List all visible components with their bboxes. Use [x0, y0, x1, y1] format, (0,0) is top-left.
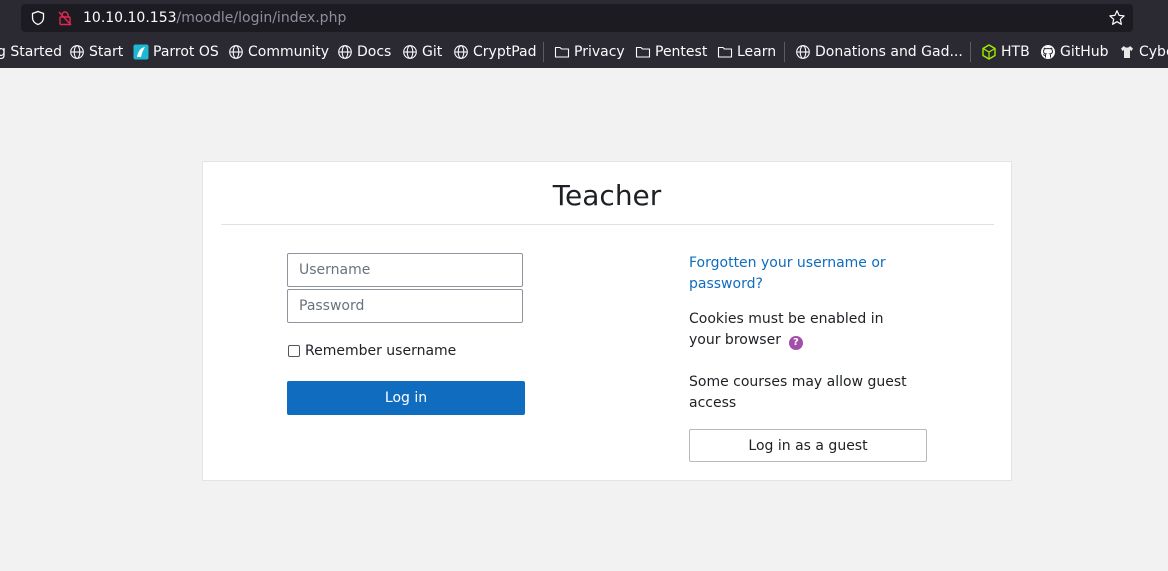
- browser-toolbar: 10.10.10.153/moodle/login/index.php g St…: [0, 0, 1168, 68]
- htb-icon: [982, 44, 996, 60]
- folder-icon: [554, 46, 570, 58]
- bookmark-git[interactable]: Git: [402, 40, 442, 64]
- globe-icon: [229, 45, 243, 59]
- guest-access-text: Some courses may allow guest access: [689, 374, 907, 411]
- globe-icon: [796, 45, 810, 59]
- bookmark-parrot-os[interactable]: Parrot OS: [133, 40, 219, 64]
- bookmark-label: Docs: [357, 44, 392, 60]
- bookmarks-toolbar: g Started Start Parrot OS Community Docs…: [0, 40, 1168, 64]
- bookmark-label: CryptPad: [473, 44, 537, 60]
- bookmark-folder-privacy[interactable]: Privacy: [554, 40, 625, 64]
- title-divider: [221, 224, 994, 225]
- bookmark-community[interactable]: Community: [228, 40, 329, 64]
- shirt-icon: [1121, 46, 1133, 58]
- globe-icon: [454, 45, 468, 59]
- globe-icon: [70, 45, 84, 59]
- remember-username-checkbox[interactable]: [288, 345, 300, 357]
- bookmark-label: Cybe: [1139, 44, 1168, 60]
- shield-icon[interactable]: [30, 10, 46, 26]
- remember-username-label[interactable]: Remember username: [305, 342, 456, 360]
- address-bar[interactable]: 10.10.10.153/moodle/login/index.php: [21, 4, 1133, 32]
- login-card: Teacher Remember username Log in Forgott…: [202, 161, 1012, 481]
- bookmark-htb[interactable]: HTB: [981, 40, 1030, 64]
- username-input[interactable]: [287, 253, 523, 287]
- parrot-icon: [133, 44, 149, 60]
- bookmark-label: Privacy: [574, 44, 625, 60]
- page-title: Teacher: [552, 179, 662, 212]
- bookmark-separator: [784, 42, 785, 62]
- bookmark-label: Start: [89, 44, 124, 60]
- url-text[interactable]: 10.10.10.153/moodle/login/index.php: [83, 9, 346, 27]
- globe-icon: [403, 45, 417, 59]
- bookmark-label: Pentest: [655, 44, 708, 60]
- folder-icon: [635, 46, 651, 58]
- bookmark-label: HTB: [1001, 44, 1030, 60]
- cookies-notice: Cookies must be enabled in your browser?: [689, 309, 914, 351]
- bookmark-star-icon[interactable]: [1108, 9, 1126, 27]
- bookmark-label: g Started: [0, 44, 63, 60]
- github-icon: [1041, 45, 1055, 59]
- bookmark-label: Community: [248, 44, 330, 60]
- bookmark-label: Donations and Gad...: [815, 44, 963, 60]
- bookmark-folder-learn[interactable]: Learn: [717, 40, 776, 64]
- globe-icon: [338, 45, 352, 59]
- bookmark-donations[interactable]: Donations and Gad...: [795, 40, 963, 64]
- forgot-password-link[interactable]: Forgotten your username or password?: [689, 253, 904, 295]
- bookmark-cyber[interactable]: Cybe: [1119, 40, 1168, 64]
- folder-icon: [717, 46, 733, 58]
- url-path: /moodle/login/index.php: [176, 10, 347, 26]
- bookmark-label: Learn: [737, 44, 777, 60]
- guest-login-button[interactable]: Log in as a guest: [689, 429, 927, 462]
- bookmark-separator: [970, 42, 971, 62]
- bookmark-cryptpad[interactable]: CryptPad: [453, 40, 536, 64]
- bookmark-docs[interactable]: Docs: [337, 40, 391, 64]
- bookmark-start[interactable]: Start: [69, 40, 123, 64]
- bookmark-separator: [543, 42, 544, 62]
- bookmark-label: Parrot OS: [153, 44, 219, 60]
- remember-username[interactable]: Remember username: [287, 342, 456, 360]
- bookmark-folder-pentest[interactable]: Pentest: [635, 40, 707, 64]
- bookmark-label: Git: [422, 44, 443, 60]
- bookmark-label: GitHub: [1060, 44, 1109, 60]
- url-host: 10.10.10.153: [83, 10, 177, 26]
- password-input[interactable]: [287, 289, 523, 323]
- bookmark-github[interactable]: GitHub: [1040, 40, 1109, 64]
- insecure-lock-icon[interactable]: [57, 10, 73, 26]
- help-question-icon[interactable]: ?: [788, 336, 803, 350]
- bookmark-getting-started[interactable]: g Started: [0, 40, 62, 64]
- login-button[interactable]: Log in: [287, 381, 525, 415]
- cookies-text: Cookies must be enabled in your browser: [689, 311, 884, 348]
